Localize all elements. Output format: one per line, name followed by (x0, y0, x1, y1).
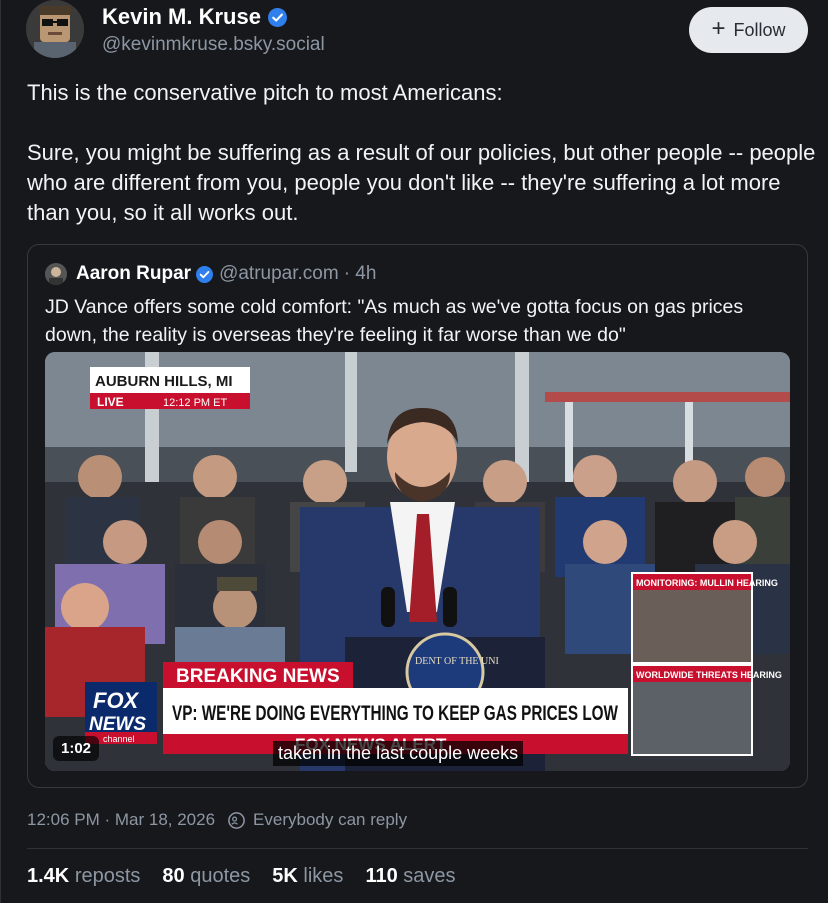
quote-time: · 4h (343, 263, 377, 284)
quote-author-name[interactable]: Aaron Rupar (76, 263, 191, 285)
post-body: This is the conservative pitch to most A… (27, 78, 817, 258)
saves-count: 110 (365, 865, 398, 887)
saves-label: saves (403, 865, 456, 887)
quotes-stat[interactable]: 80 quotes (162, 865, 250, 888)
reposts-stat[interactable]: 1.4K reposts (27, 865, 140, 888)
quote-author-handle[interactable]: @atrupar.com (219, 263, 339, 285)
quotes-count: 80 (162, 865, 185, 887)
video-caption: taken in the last couple weeks (273, 741, 524, 766)
likes-label: likes (303, 865, 344, 887)
network-bottom: NEWS (89, 714, 146, 735)
quote-avatar-image (45, 263, 67, 285)
network-top: FOX (93, 688, 140, 713)
quote-text: JD Vance offers some cold comfort: "As m… (45, 296, 744, 346)
left-border (0, 0, 1, 903)
follow-label: Follow (733, 19, 786, 40)
breaking-label: BREAKING NEWS (176, 666, 340, 687)
author-avatar[interactable] (26, 0, 84, 58)
plus-icon: + (711, 14, 726, 42)
quote-author-avatar[interactable] (45, 263, 67, 285)
box2-label: WORLDWIDE THREATS HEARING (636, 670, 782, 680)
verified-badge-icon (196, 265, 214, 283)
video-duration: 1:02 (53, 736, 100, 761)
verified-badge-icon (267, 7, 287, 27)
video-frame: DENT OF THE UNI AUBURN HILLS, MI LIVE 12… (45, 352, 790, 771)
reply-setting-icon (228, 811, 245, 829)
avatar-image (26, 0, 84, 58)
location-text: AUBURN HILLS, MI (95, 373, 233, 390)
reposts-count: 1.4K (27, 865, 70, 887)
live-label: LIVE (97, 395, 124, 409)
live-time: 12:12 PM ET (163, 397, 227, 409)
quoted-post[interactable]: Aaron Rupar @atrupar.com · 4h JD Vance o… (27, 244, 808, 788)
author-name[interactable]: Kevin M. Kruse (102, 4, 261, 30)
engagement-stats: 1.4K reposts 80 quotes 5K likes 110 save… (27, 865, 456, 888)
post-paragraph: Sure, you might be suffering as a result… (27, 140, 816, 225)
network-sub: channel (103, 734, 135, 744)
reposts-label: reposts (74, 865, 141, 887)
saves-stat[interactable]: 110 saves (365, 865, 455, 888)
quote-header: Aaron Rupar @atrupar.com · 4h (45, 261, 376, 287)
quotes-label: quotes (190, 865, 251, 887)
follow-button[interactable]: + Follow (689, 7, 808, 53)
post-header: Kevin M. Kruse @kevinmkruse.bsky.social … (26, 0, 808, 62)
likes-count: 5K (272, 865, 298, 887)
author-name-row[interactable]: Kevin M. Kruse (102, 4, 287, 30)
post-timestamp: 12:06 PM · Mar 18, 2026 (27, 810, 216, 829)
headline-text: VP: WE'RE DOING EVERYTHING TO KEEP GAS P… (172, 702, 618, 725)
post-paragraph: This is the conservative pitch to most A… (27, 80, 503, 105)
box1-label: MONITORING: MULLIN HEARING (636, 578, 778, 588)
post-meta: 12:06 PM · Mar 18, 2026 Everybody can re… (27, 810, 407, 830)
video-player[interactable]: DENT OF THE UNI AUBURN HILLS, MI LIVE 12… (45, 352, 790, 771)
author-handle[interactable]: @kevinmkruse.bsky.social (102, 34, 325, 56)
seal-text: DENT OF THE UNI (415, 656, 499, 667)
divider (27, 848, 808, 849)
likes-stat[interactable]: 5K likes (272, 865, 343, 888)
reply-setting[interactable]: Everybody can reply (253, 810, 407, 830)
